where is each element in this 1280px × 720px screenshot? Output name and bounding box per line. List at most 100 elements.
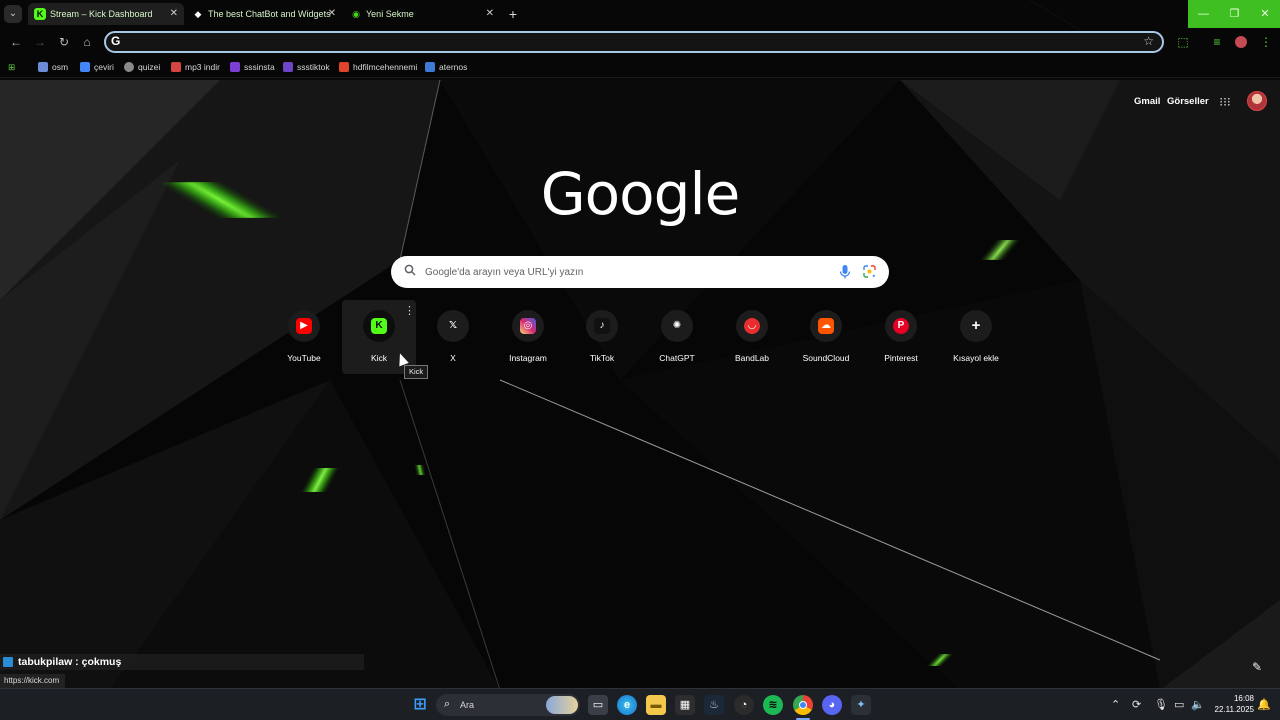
shortcut-circle: ◡ — [736, 310, 768, 342]
gmail-link[interactable]: Gmail — [1134, 96, 1160, 107]
steam-icon[interactable]: ♨ — [704, 695, 724, 715]
bookmark-osm[interactable]: osm — [38, 60, 68, 74]
bookmark-star-icon[interactable]: ☆ — [1143, 34, 1154, 48]
bookmark-favicon — [38, 62, 48, 72]
tab-search-button[interactable]: ⌄ — [4, 5, 22, 23]
clock-date: 22.11.2025 — [1214, 705, 1254, 714]
shortcut-label: YouTube — [287, 353, 321, 363]
windows-start-icon[interactable]: ⊞ — [410, 695, 430, 715]
shortcut-circle: ✺ — [661, 310, 693, 342]
bookmark-favicon — [425, 62, 435, 72]
shortcut-circle: + — [960, 310, 992, 342]
tab-kick-dashboard[interactable]: K Stream – Kick Dashboard ✕ — [28, 3, 184, 25]
bookmark-ceviri[interactable]: çeviri — [80, 60, 114, 74]
volume-icon[interactable]: 🔈 — [1191, 698, 1205, 712]
reload-icon[interactable]: ↻ — [56, 34, 72, 50]
bookmarks-bar: ⊞ osm çeviri quizei mp3 indir sssinsta s… — [0, 56, 1280, 78]
windows-taskbar: ⊞ ⌕ Ara ▭ e ▬ ▦ ♨ ◔ ≋ ◕ ✦ ⌃ ⟳ 🎙 ▭ 🔈 16:0… — [0, 688, 1280, 720]
screen: ⌄ K Stream – Kick Dashboard ✕ ◆ The best… — [0, 0, 1280, 720]
back-icon[interactable]: ← — [8, 34, 24, 50]
customize-pencil-icon[interactable]: ✎ — [1252, 660, 1266, 674]
voice-search-icon[interactable] — [839, 264, 851, 280]
forward-icon[interactable]: → — [32, 34, 48, 50]
close-icon[interactable]: ✕ — [486, 3, 494, 25]
search-icon: ⌕ — [444, 698, 451, 710]
pinterest-icon: P — [893, 318, 909, 334]
google-apps-icon[interactable]: ⁝⁝⁝ — [1218, 95, 1232, 109]
edge-icon[interactable]: e — [617, 695, 637, 715]
tray-overflow-icon[interactable]: ⌃ — [1111, 698, 1120, 712]
more-options-icon[interactable]: ⋮ — [404, 304, 415, 320]
bookmark-hdfilmcehennemi[interactable]: hdfilmcehennemi — [339, 60, 417, 74]
tab-new-tab[interactable]: ◉ Yeni Sekme ✕ — [344, 3, 500, 25]
account-avatar[interactable] — [1247, 91, 1267, 111]
shortcut-circle: ☁ — [810, 310, 842, 342]
bookmark-quizei[interactable]: quizei — [124, 60, 160, 74]
task-view-icon[interactable]: ▭ — [588, 695, 608, 715]
google-logo: Google — [540, 160, 741, 228]
shortcut-chatgpt[interactable]: ✺ ChatGPT — [640, 300, 714, 374]
search-input[interactable] — [425, 262, 815, 282]
shortcut-circle: ◎ — [512, 310, 544, 342]
new-tab-button[interactable]: + — [504, 5, 522, 23]
minimize-button[interactable]: — — [1188, 0, 1219, 28]
shortcut-youtube[interactable]: ▶ YouTube — [267, 300, 341, 374]
chat-username: tabukpilaw — [18, 656, 73, 668]
chat-overlay-message: tabukpilaw : çokmuş — [0, 654, 364, 670]
browser-toolbar: ← → ↻ ⌂ G ☆ ⬚ ≡ ⋮ — [0, 28, 1280, 56]
taskbar-search-label: Ara — [460, 700, 475, 710]
microphone-icon[interactable]: 🎙 — [1154, 698, 1168, 712]
close-icon[interactable]: ✕ — [170, 3, 178, 25]
microsoft-store-icon[interactable]: ▦ — [675, 695, 695, 715]
shortcut-pinterest[interactable]: P Pinterest — [864, 300, 938, 374]
tab-chatbot[interactable]: ◆ The best ChatBot and Widgets ✕ — [186, 3, 342, 25]
tooltip: Kick — [404, 365, 429, 379]
bookmark-favicon — [124, 62, 134, 72]
spotify-icon[interactable]: ≋ — [763, 695, 783, 715]
menu-kebab-icon[interactable]: ⋮ — [1258, 34, 1274, 50]
taskbar-clock[interactable]: 16:08 22.11.2025 — [1208, 693, 1254, 715]
shortcut-label: BandLab — [734, 353, 770, 363]
images-link[interactable]: Görseller — [1167, 96, 1209, 107]
discord-icon[interactable]: ◕ — [822, 695, 842, 715]
kick-icon: K — [371, 318, 387, 334]
restore-button[interactable]: ❐ — [1219, 0, 1250, 28]
notification-bell-icon[interactable]: 🔔 — [1257, 698, 1271, 712]
shortcut-label: ChatGPT — [659, 353, 695, 363]
apps-grid-icon[interactable]: ⊞ — [8, 60, 15, 74]
soundcloud-icon: ☁ — [818, 318, 834, 334]
shortcut-tiktok[interactable]: ♪ TikTok — [565, 300, 639, 374]
network-icon[interactable]: ▭ — [1174, 698, 1184, 712]
shortcut-x[interactable]: 𝕏 X — [416, 300, 490, 374]
profile-avatar-icon[interactable] — [1233, 34, 1249, 50]
bookmark-aternos[interactable]: aternos — [425, 60, 467, 74]
google-lens-icon[interactable] — [863, 265, 876, 278]
chat-user-icon — [3, 657, 13, 667]
bookmark-sssinsta[interactable]: sssinsta — [230, 60, 275, 74]
file-explorer-icon[interactable]: ▬ — [646, 695, 666, 715]
shortcut-instagram[interactable]: ◎ Instagram — [491, 300, 565, 374]
home-icon[interactable]: ⌂ — [79, 34, 95, 50]
instagram-icon: ◎ — [520, 318, 536, 334]
kick-icon: K — [34, 8, 46, 20]
bookmark-ssstiktok[interactable]: ssstiktok — [283, 60, 330, 74]
close-icon[interactable]: ✕ — [328, 3, 336, 25]
shortcut-bandlab[interactable]: ◡ BandLab — [715, 300, 789, 374]
shortcut-add[interactable]: + Kısayol ekle — [939, 300, 1013, 374]
bookmark-mp3-indir[interactable]: mp3 indir — [171, 60, 220, 74]
extensions-icon[interactable]: ⬚ — [1175, 34, 1191, 50]
obs-icon[interactable]: ◔ — [734, 695, 754, 715]
close-window-button[interactable]: ✕ — [1250, 0, 1280, 28]
media-controls-icon[interactable]: ≡ — [1209, 34, 1225, 50]
diamond-icon: ◆ — [194, 9, 202, 19]
settings-gear-icon[interactable]: ✦ — [851, 695, 871, 715]
address-bar[interactable]: G ☆ — [104, 31, 1164, 53]
tiktok-icon: ♪ — [594, 318, 610, 334]
shortcut-soundcloud[interactable]: ☁ SoundCloud — [789, 300, 863, 374]
taskbar-search[interactable]: ⌕ Ara — [436, 694, 580, 716]
tab-strip: ⌄ K Stream – Kick Dashboard ✕ ◆ The best… — [0, 0, 1280, 28]
chrome-icon[interactable] — [793, 695, 813, 715]
youtube-icon: ▶ — [296, 318, 312, 334]
sync-icon[interactable]: ⟳ — [1132, 698, 1141, 712]
tab-title: Stream – Kick Dashboard — [50, 9, 153, 19]
